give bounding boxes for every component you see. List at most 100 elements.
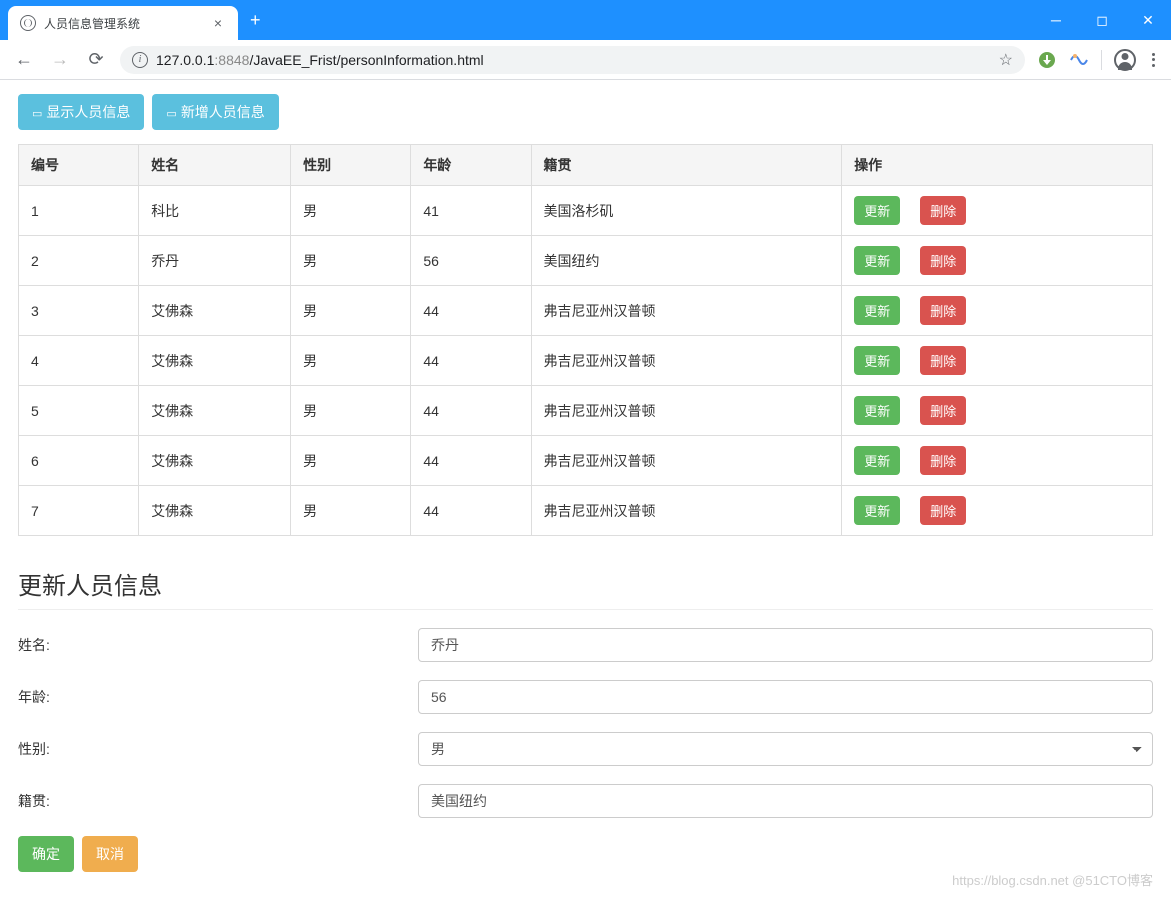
name-input[interactable] [418,628,1153,662]
table-row: 6艾佛森男44弗吉尼亚州汉普顿更新删除 [19,436,1153,486]
cell-id: 7 [19,486,139,536]
update-button[interactable]: 更新 [854,196,900,225]
show-person-button[interactable]: ▭显示人员信息 [18,94,144,130]
cell-gender: 男 [291,236,411,286]
extension-thunder-icon[interactable] [1069,50,1089,70]
origin-input[interactable] [418,784,1153,818]
cell-operations: 更新删除 [842,336,1153,386]
add-icon: ▭ [166,107,176,120]
update-button[interactable]: 更新 [854,296,900,325]
reload-button[interactable]: ⟳ [84,49,108,70]
minimize-button[interactable]: ─ [1033,0,1079,40]
cell-operations: 更新删除 [842,486,1153,536]
back-button[interactable]: ← [12,49,36,70]
add-person-button[interactable]: ▭新增人员信息 [152,94,278,130]
browser-nav-bar: ← → ⟳ i 127.0.0.1:8848/JavaEE_Frist/pers… [0,40,1171,80]
cell-id: 5 [19,386,139,436]
cell-age: 44 [411,386,531,436]
window-controls: ─ ◻ ✕ [1033,0,1171,40]
cell-name: 乔丹 [139,236,291,286]
cell-id: 4 [19,336,139,386]
delete-button[interactable]: 删除 [920,496,966,525]
address-bar[interactable]: i 127.0.0.1:8848/JavaEE_Frist/personInfo… [120,46,1025,74]
table-row: 1科比男41美国洛杉矶更新删除 [19,186,1153,236]
update-form: 更新人员信息 姓名: 年龄: 性别: 男 籍贯: [18,566,1153,872]
cell-age: 44 [411,486,531,536]
cell-name: 艾佛森 [139,486,291,536]
table-header: 操作 [842,145,1153,186]
cell-id: 1 [19,186,139,236]
cell-age: 44 [411,336,531,386]
cell-operations: 更新删除 [842,436,1153,486]
cell-name: 艾佛森 [139,436,291,486]
table-header: 姓名 [139,145,291,186]
cell-gender: 男 [291,386,411,436]
url-text: 127.0.0.1:8848/JavaEE_Frist/personInform… [156,52,484,68]
table-header: 性别 [291,145,411,186]
update-button[interactable]: 更新 [854,496,900,525]
cell-id: 3 [19,286,139,336]
cell-origin: 弗吉尼亚州汉普顿 [531,286,842,336]
cell-origin: 美国纽约 [531,236,842,286]
close-tab-icon[interactable]: × [210,13,226,33]
update-button[interactable]: 更新 [854,246,900,275]
gender-select[interactable]: 男 [418,732,1153,766]
cell-origin: 美国洛杉矶 [531,186,842,236]
delete-button[interactable]: 删除 [920,396,966,425]
cell-gender: 男 [291,186,411,236]
cell-origin: 弗吉尼亚州汉普顿 [531,436,842,486]
table-row: 5艾佛森男44弗吉尼亚州汉普顿更新删除 [19,386,1153,436]
cell-gender: 男 [291,436,411,486]
cell-age: 56 [411,236,531,286]
cell-name: 艾佛森 [139,286,291,336]
extension-idm-icon[interactable] [1037,50,1057,70]
delete-button[interactable]: 删除 [920,296,966,325]
cell-id: 2 [19,236,139,286]
divider [18,609,1153,610]
delete-button[interactable]: 删除 [920,446,966,475]
maximize-button[interactable]: ◻ [1079,0,1125,40]
cell-id: 6 [19,436,139,486]
cell-name: 艾佛森 [139,336,291,386]
update-button[interactable]: 更新 [854,346,900,375]
cell-gender: 男 [291,286,411,336]
table-row: 7艾佛森男44弗吉尼亚州汉普顿更新删除 [19,486,1153,536]
cell-operations: 更新删除 [842,236,1153,286]
close-window-button[interactable]: ✕ [1125,0,1171,40]
globe-icon [20,15,36,31]
delete-button[interactable]: 删除 [920,346,966,375]
age-label: 年龄: [18,687,418,707]
forward-button[interactable]: → [48,49,72,70]
site-info-icon[interactable]: i [132,52,148,68]
cell-gender: 男 [291,486,411,536]
user-avatar[interactable] [1114,49,1136,71]
table-row: 4艾佛森男44弗吉尼亚州汉普顿更新删除 [19,336,1153,386]
cell-operations: 更新删除 [842,286,1153,336]
cell-age: 44 [411,286,531,336]
tab-title: 人员信息管理系统 [44,15,202,32]
cell-origin: 弗吉尼亚州汉普顿 [531,486,842,536]
browser-menu-button[interactable] [1148,49,1159,71]
watermark: https://blog.csdn.net @51CTO博客 [952,870,1153,889]
table-row: 2乔丹男56美国纽约更新删除 [19,236,1153,286]
cell-age: 41 [411,186,531,236]
table-header: 年龄 [411,145,531,186]
cell-name: 科比 [139,186,291,236]
new-tab-button[interactable]: + [238,2,273,39]
delete-button[interactable]: 删除 [920,196,966,225]
page-content: ▭显示人员信息 ▭新增人员信息 编号姓名性别年龄籍贯操作 1科比男41美国洛杉矶… [0,80,1171,897]
update-button[interactable]: 更新 [854,396,900,425]
table-row: 3艾佛森男44弗吉尼亚州汉普顿更新删除 [19,286,1153,336]
top-action-bar: ▭显示人员信息 ▭新增人员信息 [18,94,1153,130]
age-input[interactable] [418,680,1153,714]
name-label: 姓名: [18,635,418,655]
origin-label: 籍贯: [18,791,418,811]
cancel-button[interactable]: 取消 [82,836,138,872]
confirm-button[interactable]: 确定 [18,836,74,872]
browser-tab[interactable]: 人员信息管理系统 × [8,6,238,40]
update-button[interactable]: 更新 [854,446,900,475]
bookmark-icon[interactable]: ☆ [999,50,1013,70]
delete-button[interactable]: 删除 [920,246,966,275]
person-table: 编号姓名性别年龄籍贯操作 1科比男41美国洛杉矶更新删除2乔丹男56美国纽约更新… [18,144,1153,536]
cell-name: 艾佛森 [139,386,291,436]
